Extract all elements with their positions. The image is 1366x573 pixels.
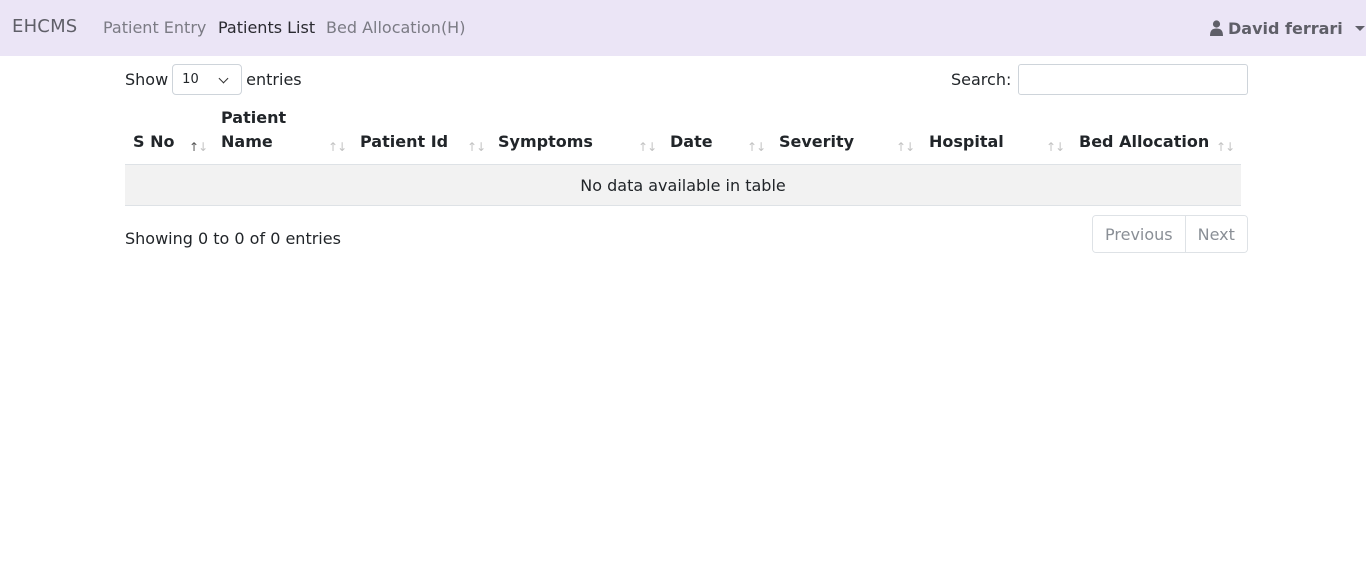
sort-icon: ↑↓: [747, 140, 766, 154]
show-label: Show: [125, 70, 169, 89]
column-header-date[interactable]: Date ↑↓: [670, 107, 766, 165]
column-header-patient-name[interactable]: Patient Name ↑↓: [221, 107, 347, 165]
column-label: Date: [670, 132, 713, 151]
column-label: Patient Name: [221, 108, 287, 151]
pagination: Previous Next: [1092, 215, 1248, 253]
column-label: Severity: [779, 132, 855, 151]
top-navbar: EHCMS Patient Entry Patients List Bed Al…: [0, 0, 1366, 56]
brand-logo[interactable]: EHCMS: [12, 16, 77, 37]
patients-table: S No ↑↓ Patient Name ↑↓ Patient Id ↑↓ Sym…: [125, 107, 1241, 206]
column-header-severity[interactable]: Severity ↑↓: [779, 107, 915, 165]
search-control: Search:: [951, 64, 1249, 95]
column-label: Symptoms: [498, 132, 593, 151]
sort-icon: ↑↓: [467, 140, 486, 154]
column-header-bed-allocation[interactable]: Bed Allocation ↑↓: [1079, 107, 1235, 165]
chevron-down-icon: [218, 73, 229, 84]
user-menu-dropdown[interactable]: David ferrari: [1210, 18, 1365, 38]
table-header: S No ↑↓ Patient Name ↑↓ Patient Id ↑↓ Sym…: [125, 107, 1241, 165]
search-input[interactable]: [1018, 64, 1249, 95]
nav-link-bed-allocation[interactable]: Bed Allocation(H): [326, 18, 465, 37]
column-label: Bed Allocation: [1079, 132, 1210, 151]
sort-icon: ↑↓: [189, 140, 208, 154]
page-length-control: Show 10 entries: [125, 64, 302, 95]
nav-link-patient-entry[interactable]: Patient Entry: [103, 18, 206, 37]
empty-message: No data available in table: [580, 175, 786, 195]
sort-icon: ↑↓: [638, 140, 657, 154]
column-label: Hospital: [929, 132, 1004, 151]
user-icon: [1210, 20, 1223, 36]
previous-page-button[interactable]: Previous: [1093, 216, 1185, 252]
empty-table-row: No data available in table: [125, 165, 1241, 206]
nav-link-patients-list[interactable]: Patients List: [218, 18, 315, 37]
column-label: Patient Id: [360, 132, 449, 151]
sort-icon: ↑↓: [328, 140, 347, 154]
sort-icon: ↑↓: [896, 140, 915, 154]
column-header-s-no[interactable]: S No ↑↓: [133, 107, 213, 165]
next-page-button[interactable]: Next: [1184, 216, 1247, 252]
sort-icon: ↑↓: [1216, 140, 1235, 154]
column-header-patient-id[interactable]: Patient Id ↑↓: [360, 107, 486, 165]
table-info: Showing 0 to 0 of 0 entries: [125, 229, 341, 248]
page-length-select[interactable]: 10: [172, 64, 243, 95]
caret-down-icon: [1354, 25, 1365, 31]
search-label: Search:: [951, 70, 1012, 89]
entries-label: entries: [246, 70, 302, 89]
page-length-value: 10: [182, 72, 199, 87]
column-header-hospital[interactable]: Hospital ↑↓: [929, 107, 1065, 165]
sort-icon: ↑↓: [1046, 140, 1065, 154]
column-label: S No: [133, 132, 175, 151]
column-header-symptoms[interactable]: Symptoms ↑↓: [498, 107, 657, 165]
user-name: David ferrari: [1228, 18, 1343, 38]
